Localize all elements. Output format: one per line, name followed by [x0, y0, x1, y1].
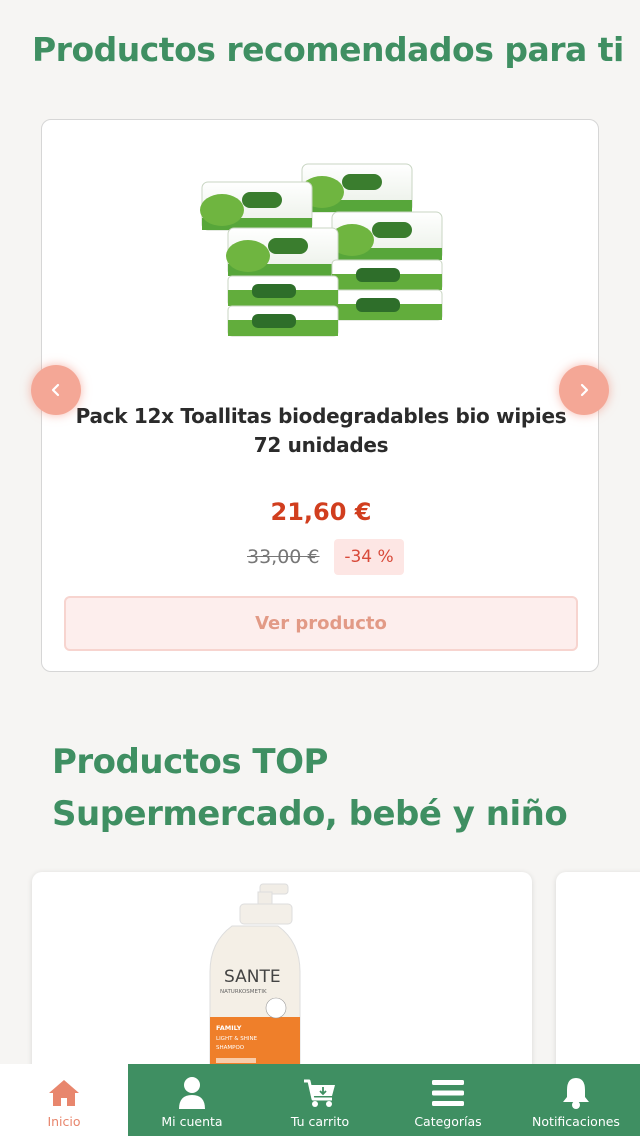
- tab-label: Mi cuenta: [161, 1114, 223, 1129]
- tab-notificaciones[interactable]: Notificaciones: [512, 1064, 640, 1136]
- tab-inicio[interactable]: Inicio: [0, 1064, 128, 1136]
- chevron-left-icon: [51, 383, 60, 397]
- home-icon: [49, 1080, 79, 1106]
- svg-text:LIGHT & SHINE: LIGHT & SHINE: [216, 1036, 258, 1042]
- tab-label: Notificaciones: [532, 1114, 620, 1129]
- chevron-right-icon: [580, 383, 589, 397]
- product-old-price: 33,00 €: [247, 546, 320, 568]
- tab-categorias[interactable]: Categorías: [384, 1064, 512, 1136]
- bell-icon: [563, 1078, 589, 1109]
- product-image: [200, 163, 443, 337]
- tab-label: Categorías: [414, 1114, 482, 1129]
- product-name[interactable]: Pack 12x Toallitas biodegradables bio wi…: [66, 402, 576, 460]
- tab-tu-carrito[interactable]: Tu carrito: [256, 1064, 384, 1136]
- view-product-button[interactable]: Ver producto: [64, 596, 578, 651]
- discount-badge: -34 %: [334, 539, 404, 575]
- recommended-section-title: Productos recomendados para ti: [32, 30, 624, 69]
- brand-text: SANTE: [224, 967, 281, 987]
- svg-text:NATURKOSMETIK: NATURKOSMETIK: [220, 989, 267, 995]
- tab-label: Inicio: [47, 1114, 81, 1129]
- carousel-next-button[interactable]: [559, 365, 609, 415]
- cart-icon: [304, 1079, 335, 1107]
- tab-label: Tu carrito: [290, 1114, 350, 1129]
- bottom-tab-bar: Inicio Mi cuenta Tu carrito Categorías N…: [0, 1064, 640, 1136]
- product-card[interactable]: Pack 12x Toallitas biodegradables bio wi…: [41, 119, 599, 672]
- tab-mi-cuenta[interactable]: Mi cuenta: [128, 1064, 256, 1136]
- user-icon: [179, 1077, 205, 1109]
- menu-icon: [432, 1080, 464, 1106]
- svg-text:FAMILY: FAMILY: [216, 1024, 242, 1032]
- carousel-prev-button[interactable]: [31, 365, 81, 415]
- svg-text:SHAMPOO: SHAMPOO: [216, 1045, 245, 1051]
- product-price: 21,60 €: [270, 498, 372, 526]
- top-section-title: Productos TOP Supermercado, bebé y niño: [52, 742, 568, 834]
